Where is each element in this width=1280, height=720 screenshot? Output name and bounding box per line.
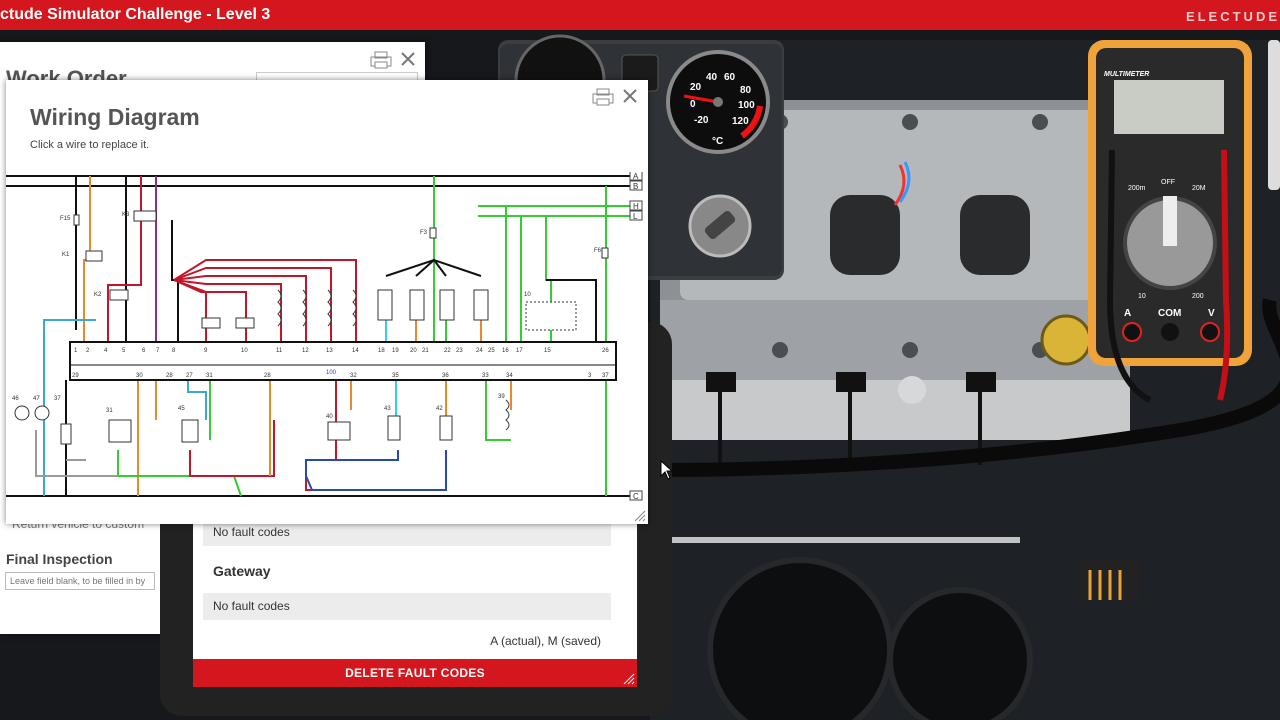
svg-text:35: 35 (392, 373, 399, 379)
svg-text:32: 32 (350, 373, 357, 379)
delete-fault-codes-button[interactable]: DELETE FAULT CODES (193, 659, 637, 687)
wiring-diagram[interactable]: A B H L C 1 2 4 5 6 7 8 9 10 11 12 13 14… (6, 172, 648, 506)
svg-text:K1: K1 (62, 252, 70, 258)
gauge-tick: 100 (738, 100, 755, 111)
rail-label: A (633, 172, 639, 181)
components (14, 210, 609, 445)
svg-text:10: 10 (524, 292, 531, 298)
wiring-diagram-subtitle: Click a wire to replace it. (30, 139, 150, 151)
multimeter-title: MULTIMETER (1104, 71, 1149, 78)
wiring-diagram-panel: Wiring Diagram Click a wire to replace i… (6, 80, 648, 524)
close-icon[interactable] (622, 88, 638, 104)
ecu-connector (69, 341, 617, 381)
svg-text:40: 40 (326, 414, 333, 420)
svg-text:COM: COM (1158, 308, 1181, 319)
app-title: ctude Simulator Challenge - Level 3 (0, 6, 271, 23)
svg-text:20: 20 (410, 348, 417, 354)
svg-text:27: 27 (186, 373, 193, 379)
gauge-unit: °C (712, 136, 723, 147)
svg-text:11: 11 (276, 348, 283, 354)
gauge-tick: 80 (740, 85, 752, 96)
fault-code-screen: No fault codes Gateway No fault codes A … (193, 505, 637, 687)
svg-text:14: 14 (352, 348, 359, 354)
fault-code-legend: A (actual), M (saved) (490, 634, 601, 648)
svg-text:43: 43 (384, 406, 391, 412)
svg-text:13: 13 (326, 348, 333, 354)
svg-text:26: 26 (602, 348, 609, 354)
fan-icon (707, 557, 893, 720)
svg-text:42: 42 (436, 406, 443, 412)
svg-text:F3: F3 (420, 230, 428, 236)
rail-label: B (633, 182, 638, 191)
svg-text:36: 36 (442, 373, 449, 379)
svg-text:10: 10 (241, 348, 248, 354)
multimeter-display (1114, 80, 1224, 134)
svg-text:19: 19 (392, 348, 399, 354)
svg-text:16: 16 (502, 348, 509, 354)
gauge-tick: 120 (732, 116, 749, 127)
final-inspection-label: Final Inspection (6, 551, 113, 567)
svg-text:K2: K2 (94, 292, 102, 298)
svg-text:45: 45 (178, 406, 185, 412)
svg-text:17: 17 (516, 348, 523, 354)
svg-text:100: 100 (326, 370, 337, 376)
svg-text:18: 18 (378, 348, 385, 354)
svg-text:28: 28 (166, 373, 173, 379)
print-icon[interactable] (370, 51, 392, 69)
close-icon[interactable] (400, 51, 416, 67)
svg-text:25: 25 (488, 348, 495, 354)
mouse-cursor-icon (660, 460, 674, 480)
gauge-tick: 40 (706, 72, 718, 83)
svg-text:12: 12 (302, 348, 309, 354)
svg-text:37: 37 (602, 373, 609, 379)
svg-text:23: 23 (456, 348, 463, 354)
rail-label: H (633, 202, 639, 211)
print-icon[interactable] (592, 88, 614, 106)
svg-text:33: 33 (482, 373, 489, 379)
resize-handle-icon[interactable] (621, 671, 635, 685)
title-bar: ctude Simulator Challenge - Level 3 ELEC… (0, 0, 1280, 30)
svg-text:29: 29 (72, 373, 79, 379)
svg-text:34: 34 (506, 373, 513, 379)
fault-code-row: No fault codes (203, 593, 611, 620)
final-inspection-input[interactable] (5, 572, 155, 590)
svg-text:200m: 200m (1128, 185, 1146, 192)
power-rails (6, 175, 630, 497)
gauge-tick: -20 (694, 115, 709, 126)
svg-text:37: 37 (54, 396, 61, 402)
svg-text:39: 39 (498, 394, 505, 400)
resize-handle-icon[interactable] (632, 508, 646, 522)
svg-text:10: 10 (1138, 293, 1146, 300)
svg-text:28: 28 (264, 373, 271, 379)
svg-text:47: 47 (33, 396, 40, 402)
svg-text:A: A (1124, 308, 1131, 319)
svg-text:F6: F6 (594, 248, 602, 254)
svg-text:V: V (1208, 308, 1215, 319)
gauge-tick: 60 (724, 72, 736, 83)
svg-text:31: 31 (206, 373, 213, 379)
svg-text:30: 30 (136, 373, 143, 379)
svg-text:20M: 20M (1192, 185, 1206, 192)
gateway-title: Gateway (213, 563, 271, 579)
svg-text:21: 21 (422, 348, 429, 354)
brand-logo: ELECTUDE (1185, 9, 1280, 24)
oil-cap-icon (1040, 314, 1092, 366)
svg-text:OFF: OFF (1161, 179, 1175, 186)
svg-text:22: 22 (444, 348, 451, 354)
wires (35, 176, 607, 497)
wiring-diagram-title: Wiring Diagram (30, 104, 200, 130)
svg-text:46: 46 (12, 396, 19, 402)
svg-text:K3: K3 (122, 212, 130, 218)
rail-label: L (633, 212, 638, 221)
svg-text:24: 24 (476, 348, 483, 354)
svg-text:200: 200 (1192, 293, 1204, 300)
svg-text:31: 31 (106, 408, 113, 414)
rail-label: C (633, 492, 639, 501)
svg-text:F15: F15 (60, 216, 71, 222)
gauge-tick: 20 (690, 82, 702, 93)
gauge-tick: 0 (690, 99, 696, 110)
svg-text:15: 15 (544, 348, 551, 354)
